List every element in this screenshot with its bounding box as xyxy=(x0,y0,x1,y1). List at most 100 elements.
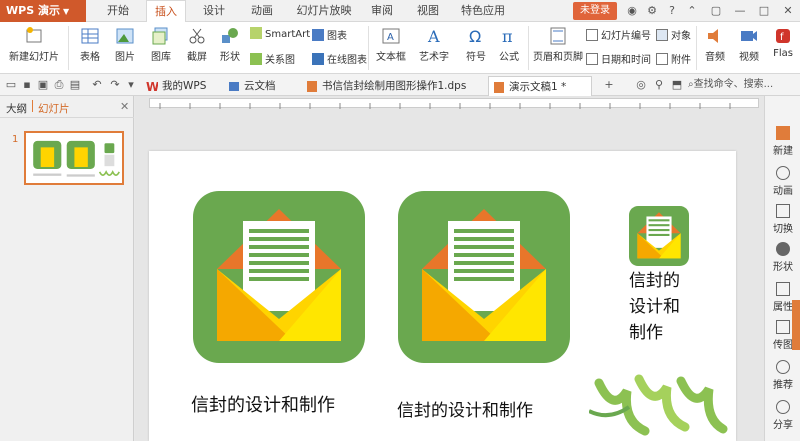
preview-icon[interactable]: ▤ xyxy=(68,78,82,92)
tab-review[interactable]: 审阅 xyxy=(364,0,400,22)
shape-icon xyxy=(776,242,790,256)
print-icon[interactable]: ⎙ xyxy=(52,78,66,92)
smartart-button[interactable]: SmartArt xyxy=(250,27,310,40)
caption-small[interactable]: 信封的 设计和 制作 xyxy=(629,268,680,346)
slide-canvas[interactable]: 信封的设计和制作 信封的设计和制作 信封的 设计和 制作 xyxy=(149,151,736,441)
smartart-label: SmartArt xyxy=(265,29,311,40)
slide-number-button[interactable]: 幻灯片编号 xyxy=(586,27,651,42)
rail-label: 动画 xyxy=(773,186,793,197)
rail-scroll-accent[interactable] xyxy=(792,300,800,350)
command-search[interactable]: ⌕查找命令、搜索... xyxy=(688,78,788,92)
redo-icon[interactable]: ↷ xyxy=(108,78,122,92)
close-icon[interactable]: ✕ xyxy=(780,3,796,19)
screenshot-label: 截屏 xyxy=(187,52,207,63)
flash-label: Flas xyxy=(773,48,793,59)
envelope-icon-small[interactable] xyxy=(629,206,689,266)
picture-label: 图片 xyxy=(115,52,135,63)
login-button[interactable]: 未登录 xyxy=(573,2,617,20)
datetime-button[interactable]: 日期和时间 xyxy=(586,51,651,66)
tab-cloud-docs[interactable]: 云文档 xyxy=(224,76,300,96)
tab-design[interactable]: 设计 xyxy=(196,0,232,22)
tab-slideshow[interactable]: 幻灯片放映 xyxy=(292,0,356,22)
ribbon: 新建幻灯片 表格 图片 图库 截屏 形状 SmartArt 图表 关系图 在线图… xyxy=(0,22,800,74)
quick-access-menu-icon[interactable]: ▾ xyxy=(124,78,138,92)
tab-insert[interactable]: 插入 xyxy=(146,0,186,23)
rail-new[interactable]: 新建 xyxy=(765,126,800,157)
tool-icon[interactable]: ◎ xyxy=(634,78,648,92)
tab-outline[interactable]: 大纲 xyxy=(6,101,27,116)
app-name: WPS 演示 xyxy=(6,4,60,17)
wordart-button[interactable]: A 艺术字 xyxy=(414,26,454,63)
envelope-icon[interactable] xyxy=(398,191,570,363)
settings-icon[interactable]: ⚙ xyxy=(644,3,660,19)
skin-icon[interactable]: ◉ xyxy=(624,3,640,19)
screenshot-button[interactable]: 截屏 xyxy=(180,26,214,63)
app-menu-button[interactable]: WPS 演示 ▼ xyxy=(0,0,86,22)
chart-button[interactable]: 图表 xyxy=(312,27,347,42)
cloud-icon xyxy=(229,82,239,91)
slide-thumbnail[interactable] xyxy=(24,131,124,185)
restore-icon[interactable]: ▢ xyxy=(708,3,724,19)
textbox-button[interactable]: A 文本框 xyxy=(372,26,410,63)
header-footer-button[interactable]: 页眉和页脚 xyxy=(532,26,584,63)
tab-slides[interactable]: 幻灯片 xyxy=(38,101,70,116)
tab-my-wps[interactable]: W 我的WPS xyxy=(142,76,222,96)
minimize-icon[interactable]: — xyxy=(732,3,748,19)
video-button[interactable]: 视频 xyxy=(734,26,764,63)
rail-shape[interactable]: 形状 xyxy=(765,242,800,273)
slide-number-label: 幻灯片编号 xyxy=(601,31,651,42)
save-icon[interactable]: ▪ xyxy=(20,78,34,92)
shape-button[interactable]: 形状 xyxy=(214,26,246,63)
new-icon xyxy=(776,126,790,140)
formula-button[interactable]: π 公式 xyxy=(494,26,524,63)
caption-large[interactable]: 信封的设计和制作 xyxy=(191,391,335,417)
undo-icon[interactable]: ↶ xyxy=(90,78,104,92)
table-icon xyxy=(81,28,99,44)
audio-button[interactable]: 音频 xyxy=(700,26,730,63)
tab-features[interactable]: 特色应用 xyxy=(456,0,510,22)
decorative-ribbon[interactable] xyxy=(589,371,729,441)
flash-button[interactable]: f Flas xyxy=(768,26,798,59)
rail-recommend[interactable]: 推荐 xyxy=(765,360,800,391)
new-tab-icon[interactable]: + xyxy=(602,78,616,92)
presentation-file-icon xyxy=(494,82,504,93)
share-icon xyxy=(776,400,790,414)
object-button[interactable]: 对象 xyxy=(656,27,691,42)
help-icon[interactable]: ? xyxy=(664,3,680,19)
chevron-down-icon: ▼ xyxy=(62,7,70,16)
panel-tabs: 大纲 幻灯片 ✕ xyxy=(0,96,134,118)
tab-view[interactable]: 视图 xyxy=(410,0,446,22)
video-label: 视频 xyxy=(739,52,759,63)
table-button[interactable]: 表格 xyxy=(74,26,106,63)
formula-label: 公式 xyxy=(499,52,519,63)
relation-button[interactable]: 关系图 xyxy=(250,51,295,66)
attachment-button[interactable]: 附件 xyxy=(656,51,691,66)
wordart-icon: A xyxy=(427,27,440,46)
open-folder-icon[interactable]: ▭ xyxy=(4,78,18,92)
new-slide-button[interactable]: 新建幻灯片 xyxy=(6,26,62,63)
more-icon[interactable]: ⌃ xyxy=(684,3,700,19)
close-panel-icon[interactable]: ✕ xyxy=(120,100,129,113)
online-chart-button[interactable]: 在线图表 xyxy=(312,51,367,66)
rail-animation[interactable]: 动画 xyxy=(765,166,800,197)
export-icon[interactable]: ▣ xyxy=(36,78,50,92)
textbox-icon: A xyxy=(382,28,400,44)
tab-animation[interactable]: 动画 xyxy=(244,0,280,22)
rail-share[interactable]: 分享 xyxy=(765,400,800,431)
tool-icon[interactable]: ⬒ xyxy=(670,78,684,92)
picture-button[interactable]: 图片 xyxy=(108,26,142,63)
rail-transition[interactable]: 切换 xyxy=(765,204,800,235)
attachment-icon xyxy=(656,53,668,65)
tool-icon[interactable]: ⚲ xyxy=(652,78,666,92)
envelope-icon[interactable] xyxy=(193,191,365,363)
gallery-button[interactable]: 图库 xyxy=(144,26,178,63)
maximize-icon[interactable]: □ xyxy=(756,3,772,19)
tab-presentation1[interactable]: 演示文稿1 * xyxy=(488,76,592,96)
divider xyxy=(68,26,69,70)
symbol-button[interactable]: Ω 符号 xyxy=(460,26,492,63)
speaker-icon xyxy=(708,29,718,43)
caption-mid[interactable]: 信封的设计和制作 xyxy=(397,396,533,421)
symbol-label: 符号 xyxy=(466,52,486,63)
tab-home[interactable]: 开始 xyxy=(100,0,136,22)
tab-envelope-document[interactable]: 书信信封绘制用图形操作1.dps xyxy=(302,76,486,96)
